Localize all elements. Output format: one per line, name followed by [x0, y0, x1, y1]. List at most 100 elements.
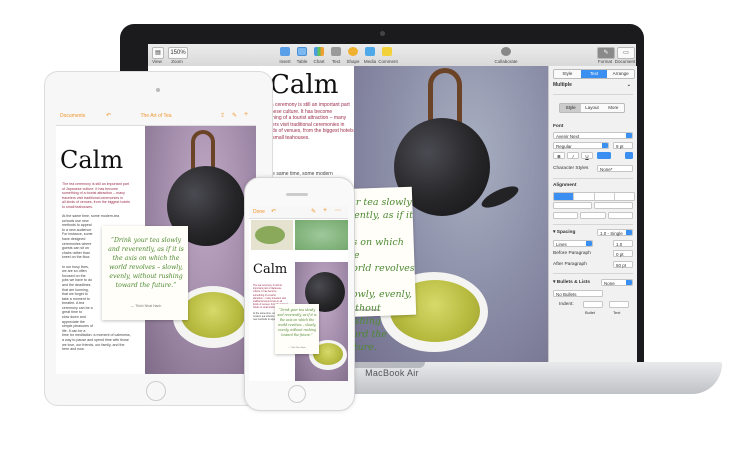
- bullet-type-value: No Bullets: [556, 292, 577, 297]
- more-icon[interactable]: +: [244, 111, 248, 118]
- zoom-select[interactable]: 150%: [168, 47, 188, 59]
- doc-intro-line: elers visit traditional ceremonies in: [268, 121, 345, 128]
- ipad-intro: The tea ceremony is still an important p…: [62, 182, 144, 210]
- font-name-select[interactable]: Avenir Next: [553, 132, 633, 139]
- alignment-label: Alignment: [553, 183, 577, 188]
- character-styles-label: Character Styles: [553, 166, 589, 171]
- iphone-tea-thumbnail: [251, 220, 293, 250]
- table-label: Table: [296, 59, 308, 64]
- media-icon[interactable]: [365, 47, 375, 56]
- after-paragraph-stepper[interactable]: 50 pt: [613, 261, 633, 268]
- iphone-quote: “Drink your tea slowly and reverently, a…: [276, 308, 318, 338]
- align-right-button[interactable]: [593, 193, 614, 200]
- paragraph-style-label[interactable]: Multiple ⌄: [553, 82, 633, 89]
- spacing-label-text: Spacing: [556, 230, 576, 235]
- indent-buttons: [553, 202, 633, 209]
- gear-icon[interactable]: [625, 152, 633, 159]
- subtab-more[interactable]: More: [602, 104, 624, 112]
- iphone-quote-attribution: — Thich Nhat Hanh: [288, 347, 306, 349]
- spacing-select[interactable]: 1.0 - Single: [597, 229, 633, 236]
- bullet-type-select[interactable]: No Bullets: [553, 290, 603, 297]
- collaborate-icon[interactable]: [501, 47, 511, 56]
- paragraph-style-value: Multiple: [553, 82, 572, 88]
- insert-icon[interactable]: [280, 47, 290, 56]
- align-top-button[interactable]: [553, 212, 579, 219]
- divider: [553, 224, 633, 225]
- bullets-lists-value: None: [604, 281, 615, 286]
- ipad-quote-line: evenly, without rushing: [109, 273, 183, 280]
- lines-stepper[interactable]: 1.0: [613, 240, 633, 247]
- align-bottom-button[interactable]: [607, 212, 633, 219]
- iphone-home-button[interactable]: [288, 385, 306, 403]
- iphone-thumbnail-tea: [255, 226, 285, 244]
- document-icon[interactable]: ▭: [617, 47, 635, 59]
- align-left-button[interactable]: [554, 193, 574, 200]
- align-middle-button[interactable]: [580, 212, 606, 219]
- doc-intro-line: o small teahouses.: [268, 134, 310, 141]
- decrease-indent-button[interactable]: [553, 202, 592, 209]
- chart-icon[interactable]: [314, 47, 324, 56]
- lines-label: Lines: [556, 242, 567, 247]
- bullet-indent-field[interactable]: [583, 301, 603, 308]
- ipad-quote-line: world revolves – slowly,: [109, 264, 183, 271]
- align-center-button[interactable]: [573, 193, 593, 200]
- text-icon[interactable]: [331, 47, 341, 56]
- add-icon[interactable]: +: [323, 207, 327, 214]
- subtab-layout[interactable]: Layout: [581, 104, 603, 112]
- font-weight-select[interactable]: Regular: [553, 142, 609, 149]
- subtab-style[interactable]: Style: [560, 104, 582, 112]
- ipad-quote-line: toward the future.”: [115, 282, 177, 289]
- italic-button[interactable]: I: [567, 152, 579, 159]
- ipad-quote-line: the axis on which the: [112, 255, 180, 262]
- shape-label: Shape: [346, 59, 360, 64]
- increase-indent-button[interactable]: [594, 202, 633, 209]
- font-weight-value: Regular: [556, 144, 572, 149]
- text-indent-field[interactable]: [609, 301, 629, 308]
- before-paragraph-stepper[interactable]: 0 pt: [613, 250, 633, 257]
- align-justify-button[interactable]: [613, 193, 634, 200]
- table-icon[interactable]: [297, 47, 307, 56]
- shape-icon[interactable]: [348, 47, 358, 56]
- tab-text[interactable]: Text: [580, 70, 608, 78]
- text-indent-label: Text: [613, 310, 621, 315]
- macbook-camera: [380, 31, 385, 36]
- tab-style[interactable]: Style: [554, 70, 581, 78]
- format-brush-icon[interactable]: ✎: [232, 112, 237, 119]
- character-styles-select[interactable]: None*: [597, 165, 633, 172]
- ipad-home-button[interactable]: [146, 381, 166, 401]
- format-brush-icon[interactable]: ✎: [311, 208, 316, 215]
- insert-label: Insert: [279, 59, 291, 64]
- share-icon[interactable]: ⇪: [220, 112, 225, 119]
- popup-arrow-icon: [626, 133, 632, 138]
- doc-intro-line: inds of venues, from the biggest hotels: [268, 128, 354, 135]
- tab-arrange[interactable]: Arrange: [607, 70, 634, 78]
- text-color-well[interactable]: [597, 152, 611, 159]
- documents-back-button[interactable]: Documents: [60, 113, 85, 119]
- font-size-stepper[interactable]: 9 pt: [613, 142, 633, 149]
- more-icon[interactable]: ⋯: [335, 207, 341, 214]
- lines-select[interactable]: Lines: [553, 240, 593, 247]
- inspector-tabs: Style Text Arrange: [553, 69, 635, 79]
- popup-arrow-icon: [626, 230, 632, 235]
- indent-label: Indent:: [559, 302, 574, 307]
- pages-toolbar: ▤ View 150% Zoom Insert Table Chart Text…: [148, 44, 636, 67]
- underline-button[interactable]: U: [581, 152, 593, 159]
- undo-icon[interactable]: ↶: [271, 208, 276, 215]
- ipad-quote-attribution: — Thich Nhat Hanh: [130, 304, 162, 308]
- doc-intro-line: ea ceremony is still an important part: [268, 102, 350, 108]
- done-button[interactable]: Done: [253, 209, 265, 215]
- bold-button[interactable]: B: [553, 152, 565, 159]
- view-label: View: [152, 59, 162, 64]
- bullets-lists-select[interactable]: None: [601, 279, 633, 286]
- font-format-buttons: B I U: [553, 152, 593, 159]
- ipad-toolbar: Documents ↶ The Art of Tea ⇪ ✎ +: [56, 109, 256, 126]
- format-brush-icon[interactable]: ✎: [597, 47, 615, 59]
- chevron-down-icon: ⌄: [626, 82, 631, 88]
- view-button[interactable]: ▤: [152, 47, 164, 59]
- zoom-label: Zoom: [171, 59, 183, 64]
- undo-icon[interactable]: ↶: [106, 112, 111, 119]
- bullets-lists-label-text: Bullets & Lists: [556, 280, 591, 285]
- ipad-body-line: here and now.: [62, 347, 85, 352]
- comment-icon[interactable]: [382, 47, 392, 56]
- document-label: Document: [614, 59, 636, 64]
